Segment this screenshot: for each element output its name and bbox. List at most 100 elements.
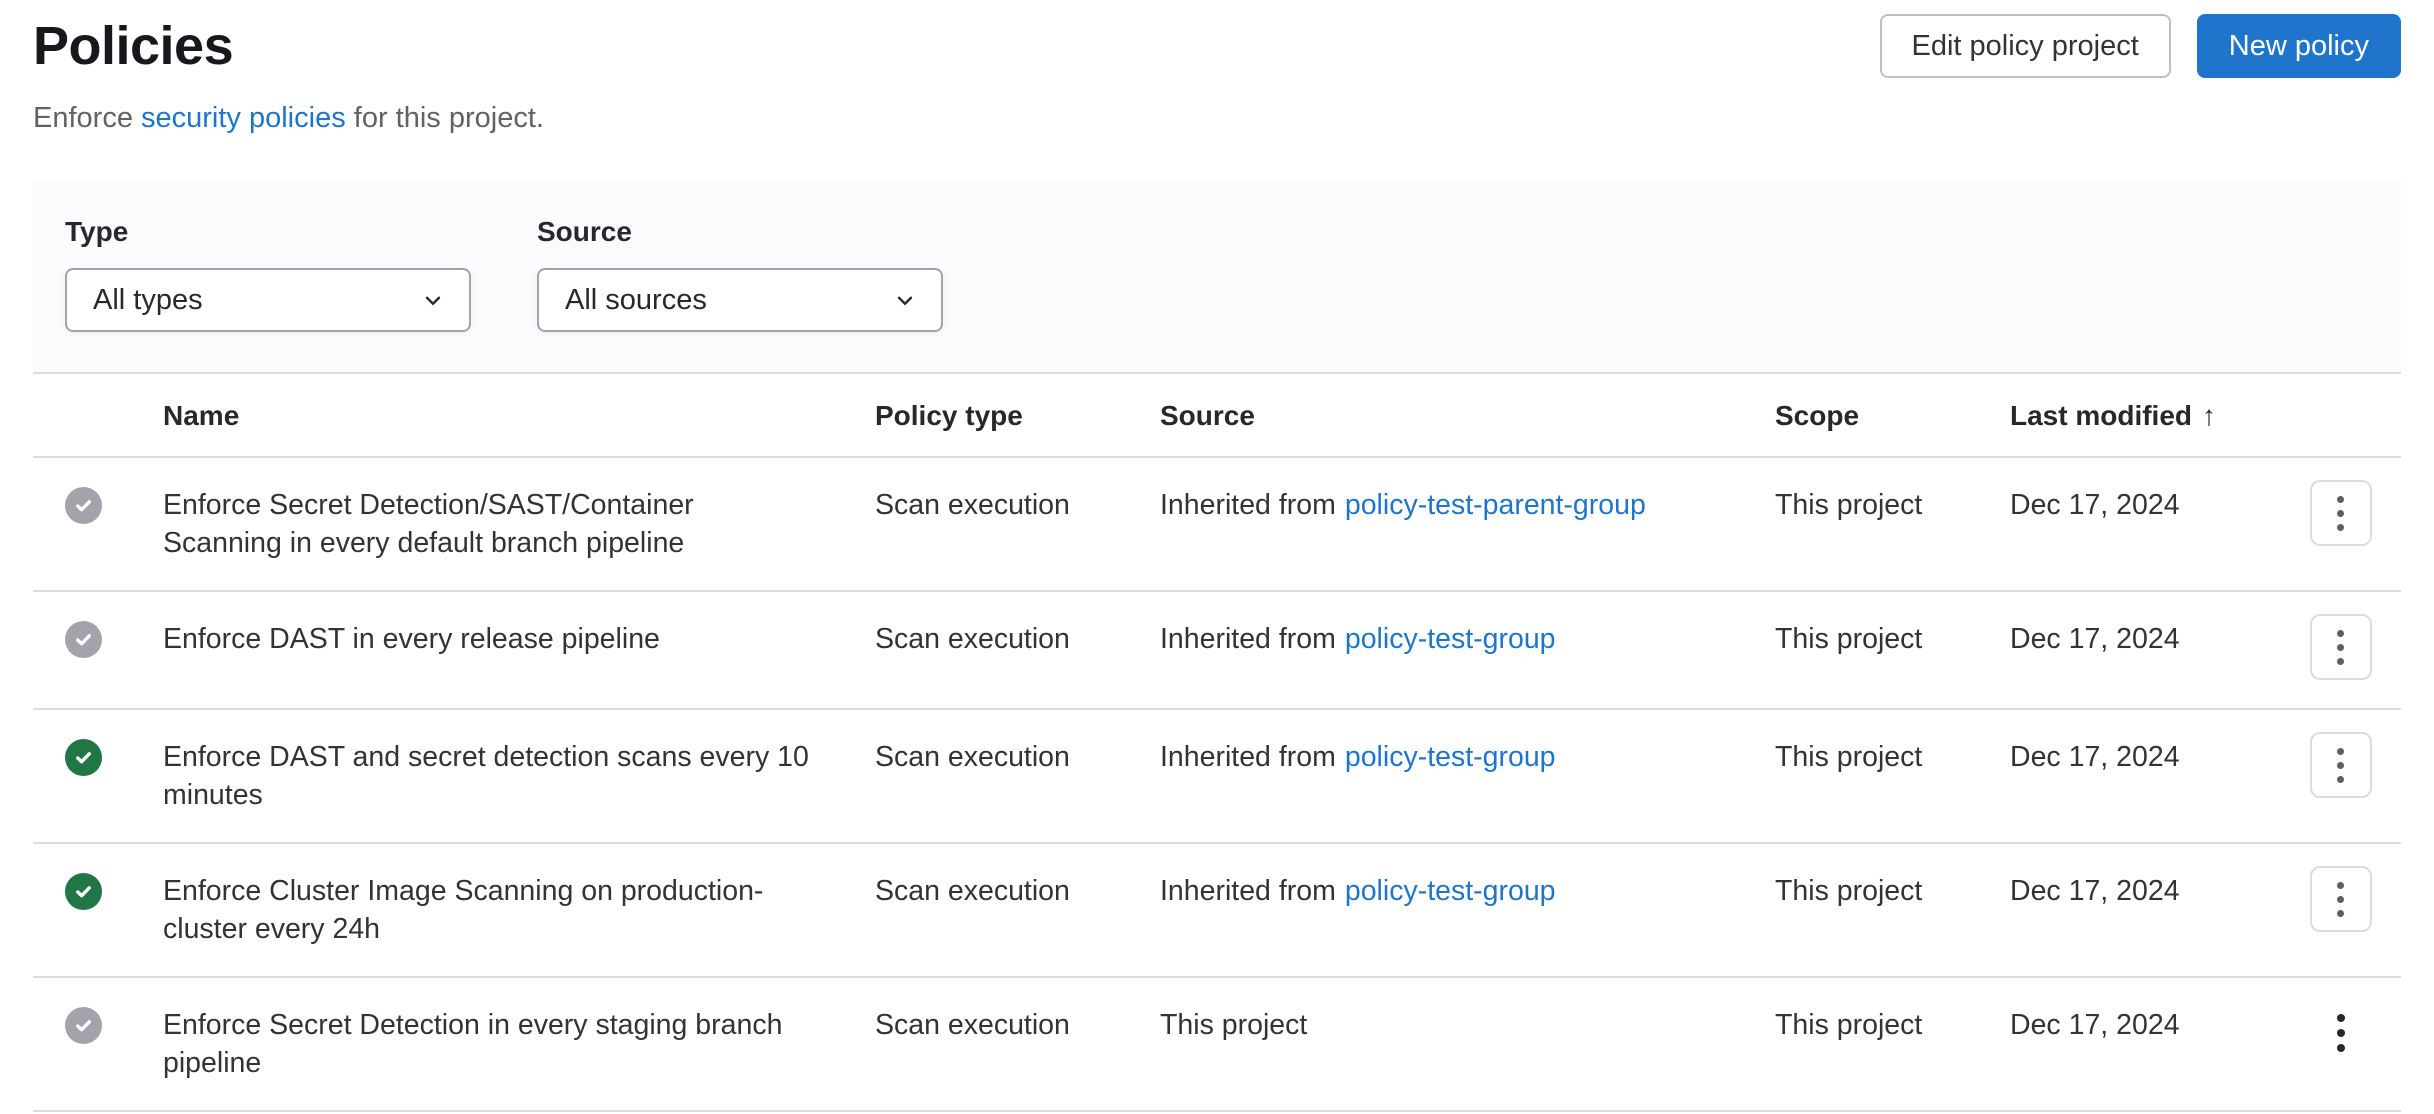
policies-page: Policies Edit policy project New policy … xyxy=(0,14,2434,1112)
source-group-link[interactable]: policy-test-parent-group xyxy=(1345,489,1646,521)
kebab-menu-button[interactable] xyxy=(2310,614,2372,680)
sort-ascending-icon: ↑ xyxy=(2202,400,2216,431)
last-modified-date: Dec 17, 2024 xyxy=(2010,620,2280,658)
source-column-header: Source xyxy=(1160,400,1775,432)
actions-cell xyxy=(2280,1006,2401,1066)
status-cell xyxy=(33,620,163,658)
policy-scope: This project xyxy=(1775,872,2010,910)
last-modified-date: Dec 17, 2024 xyxy=(2010,872,2280,910)
source-prefix: Inherited from xyxy=(1160,489,1336,521)
source-group-link[interactable]: policy-test-group xyxy=(1345,875,1556,907)
kebab-menu-button[interactable] xyxy=(2310,732,2372,798)
kebab-dot-icon xyxy=(2337,910,2344,917)
kebab-dot-icon xyxy=(2337,1014,2345,1022)
actions-cell xyxy=(2280,486,2401,546)
policy-name: Enforce Secret Detection in every stagin… xyxy=(163,1006,875,1082)
status-check-icon-inactive xyxy=(65,487,102,524)
policy-table-row: Enforce Secret Detection in every stagin… xyxy=(33,978,2401,1112)
source-filter-label: Source xyxy=(537,216,943,248)
policy-scope: This project xyxy=(1775,738,2010,776)
policy-type: Scan execution xyxy=(875,738,1160,776)
kebab-dot-icon xyxy=(2337,896,2344,903)
description-suffix: for this project. xyxy=(354,102,544,134)
status-cell xyxy=(33,872,163,910)
source-group-link[interactable]: policy-test-group xyxy=(1345,623,1556,655)
kebab-dot-icon xyxy=(2337,776,2344,783)
status-cell xyxy=(33,486,163,524)
kebab-menu-button[interactable] xyxy=(2310,480,2372,546)
status-cell xyxy=(33,738,163,776)
kebab-menu-button[interactable] xyxy=(2310,866,2372,932)
policy-name: Enforce DAST in every release pipeline xyxy=(163,620,875,658)
policy-name: Enforce Cluster Image Scanning on produc… xyxy=(163,872,875,948)
kebab-dot-icon xyxy=(2337,1044,2345,1052)
policy-source: This project xyxy=(1160,1006,1775,1044)
policy-source: Inherited from policy-test-group xyxy=(1160,872,1775,910)
filter-bar: Type All types Source All sources xyxy=(33,180,2401,374)
policies-table: Name Policy type Source Scope Last modif… xyxy=(33,374,2401,1112)
type-filter-value: All types xyxy=(93,284,203,317)
kebab-dot-icon xyxy=(2337,882,2344,889)
kebab-dot-icon xyxy=(2337,510,2344,517)
kebab-dot-icon xyxy=(2337,644,2344,651)
page-description: Enforce security policies for this proje… xyxy=(33,100,2401,136)
page-title: Policies xyxy=(33,15,233,77)
last-modified-column-header[interactable]: Last modified ↑ xyxy=(2010,400,2280,432)
source-prefix: Inherited from xyxy=(1160,623,1336,655)
status-check-icon-inactive xyxy=(65,1007,102,1044)
policy-table-row: Enforce DAST and secret detection scans … xyxy=(33,710,2401,844)
source-filter-value: All sources xyxy=(565,284,707,317)
kebab-dot-icon xyxy=(2337,630,2344,637)
type-filter-dropdown[interactable]: All types xyxy=(65,268,471,332)
policy-scope: This project xyxy=(1775,620,2010,658)
kebab-dot-icon xyxy=(2337,658,2344,665)
kebab-dot-icon xyxy=(2337,748,2344,755)
name-column-header: Name xyxy=(163,400,875,432)
status-cell xyxy=(33,1006,163,1044)
policy-table-row: Enforce Cluster Image Scanning on produc… xyxy=(33,844,2401,978)
policy-source: Inherited frompolicy-test-group xyxy=(1160,738,1775,776)
kebab-dot-icon xyxy=(2337,496,2344,503)
source-prefix: Inherited from xyxy=(1160,875,1336,907)
policy-rows: Enforce Secret Detection/SAST/Container … xyxy=(33,458,2401,1112)
header-actions: Edit policy project New policy xyxy=(1880,14,2402,78)
policy-scope: This project xyxy=(1775,486,2010,524)
kebab-dot-icon xyxy=(2337,1029,2345,1037)
policy-table-row: Enforce DAST in every release pipeline S… xyxy=(33,592,2401,710)
status-check-icon-active xyxy=(65,739,102,776)
chevron-down-icon xyxy=(893,288,917,312)
policy-source: Inherited from policy-test-parent-group xyxy=(1160,486,1775,524)
policy-source: Inherited from policy-test-group xyxy=(1160,620,1775,658)
source-group-link[interactable]: policy-test-group xyxy=(1345,741,1556,773)
type-filter-label: Type xyxy=(65,216,471,248)
source-prefix: This project xyxy=(1160,1009,1307,1041)
last-modified-date: Dec 17, 2024 xyxy=(2010,1006,2280,1044)
page-header: Policies Edit policy project New policy xyxy=(33,14,2401,78)
description-prefix: Enforce xyxy=(33,102,133,134)
kebab-dot-icon xyxy=(2337,524,2344,531)
chevron-down-icon xyxy=(421,288,445,312)
actions-cell xyxy=(2280,738,2401,798)
new-policy-button[interactable]: New policy xyxy=(2197,14,2401,78)
policy-table-row: Enforce Secret Detection/SAST/Container … xyxy=(33,458,2401,592)
policy-scope: This project xyxy=(1775,1006,2010,1044)
edit-policy-project-button[interactable]: Edit policy project xyxy=(1880,14,2171,78)
kebab-dot-icon xyxy=(2337,762,2344,769)
last-modified-date: Dec 17, 2024 xyxy=(2010,486,2280,524)
policy-type: Scan execution xyxy=(875,872,1160,910)
status-check-icon-inactive xyxy=(65,621,102,658)
actions-cell xyxy=(2280,620,2401,680)
source-filter-dropdown[interactable]: All sources xyxy=(537,268,943,332)
policy-type: Scan execution xyxy=(875,1006,1160,1044)
source-filter-group: Source All sources xyxy=(537,216,943,332)
policy-type: Scan execution xyxy=(875,620,1160,658)
kebab-menu-button[interactable] xyxy=(2310,1000,2372,1066)
policy-name: Enforce DAST and secret detection scans … xyxy=(163,738,875,814)
last-modified-date: Dec 17, 2024 xyxy=(2010,738,2280,776)
actions-cell xyxy=(2280,872,2401,932)
table-header-row: Name Policy type Source Scope Last modif… xyxy=(33,374,2401,458)
status-check-icon-active xyxy=(65,873,102,910)
last-modified-label: Last modified xyxy=(2010,400,2192,431)
policy-type: Scan execution xyxy=(875,486,1160,524)
security-policies-link[interactable]: security policies xyxy=(141,102,346,134)
